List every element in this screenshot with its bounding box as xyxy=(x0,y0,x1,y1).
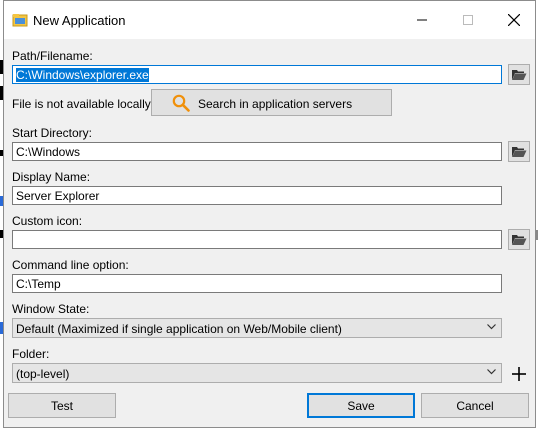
chevron-down-icon xyxy=(487,369,496,375)
plus-icon xyxy=(512,366,526,381)
window-state-label: Window State: xyxy=(12,302,90,316)
title-bar: New Application xyxy=(4,1,535,39)
close-button[interactable] xyxy=(491,1,537,39)
browse-start-directory-button[interactable] xyxy=(508,141,530,162)
test-button[interactable]: Test xyxy=(8,393,116,418)
open-folder-icon xyxy=(512,235,527,245)
start-directory-input[interactable]: C:\Windows xyxy=(12,142,502,161)
command-line-input[interactable]: C:\Temp xyxy=(12,274,502,293)
new-application-dialog: New Application Path/Filename: C:\Window… xyxy=(3,0,536,428)
start-directory-label: Start Directory: xyxy=(12,126,93,140)
folder-select[interactable]: (top-level) xyxy=(12,363,502,383)
minimize-icon xyxy=(417,19,427,21)
maximize-icon xyxy=(463,15,473,25)
command-line-label: Command line option: xyxy=(12,258,129,272)
path-input[interactable]: C:\Windows\explorer.exe xyxy=(12,65,502,84)
search-servers-button[interactable]: Search in application servers xyxy=(151,89,392,116)
path-label: Path/Filename: xyxy=(12,49,93,63)
display-name-label: Display Name: xyxy=(12,170,91,184)
folder-label: Folder: xyxy=(12,347,50,361)
minimize-button[interactable] xyxy=(399,1,445,39)
add-folder-button[interactable] xyxy=(508,363,530,384)
cancel-button[interactable]: Cancel xyxy=(421,393,529,418)
folder-value: (top-level) xyxy=(16,367,70,381)
browse-path-button[interactable] xyxy=(508,64,530,85)
folder-app-icon xyxy=(12,14,28,27)
custom-icon-input[interactable] xyxy=(12,230,502,249)
custom-icon-label: Custom icon: xyxy=(12,214,83,228)
save-button[interactable]: Save xyxy=(307,393,415,418)
open-folder-icon xyxy=(512,147,527,157)
chevron-down-icon xyxy=(487,324,496,330)
dialog-title: New Application xyxy=(33,13,126,28)
window-state-select[interactable]: Default (Maximized if single application… xyxy=(12,318,502,338)
browse-custom-icon-button[interactable] xyxy=(508,229,530,250)
path-value: C:\Windows\explorer.exe xyxy=(16,68,149,82)
open-folder-icon xyxy=(512,70,527,80)
not-local-label: File is not available locally? xyxy=(12,97,158,111)
display-name-input[interactable]: Server Explorer xyxy=(12,186,502,205)
maximize-button[interactable] xyxy=(445,1,491,39)
search-servers-label: Search in application servers xyxy=(198,97,353,111)
search-icon xyxy=(172,94,190,112)
close-icon xyxy=(508,14,520,26)
window-state-value: Default (Maximized if single application… xyxy=(16,322,342,336)
